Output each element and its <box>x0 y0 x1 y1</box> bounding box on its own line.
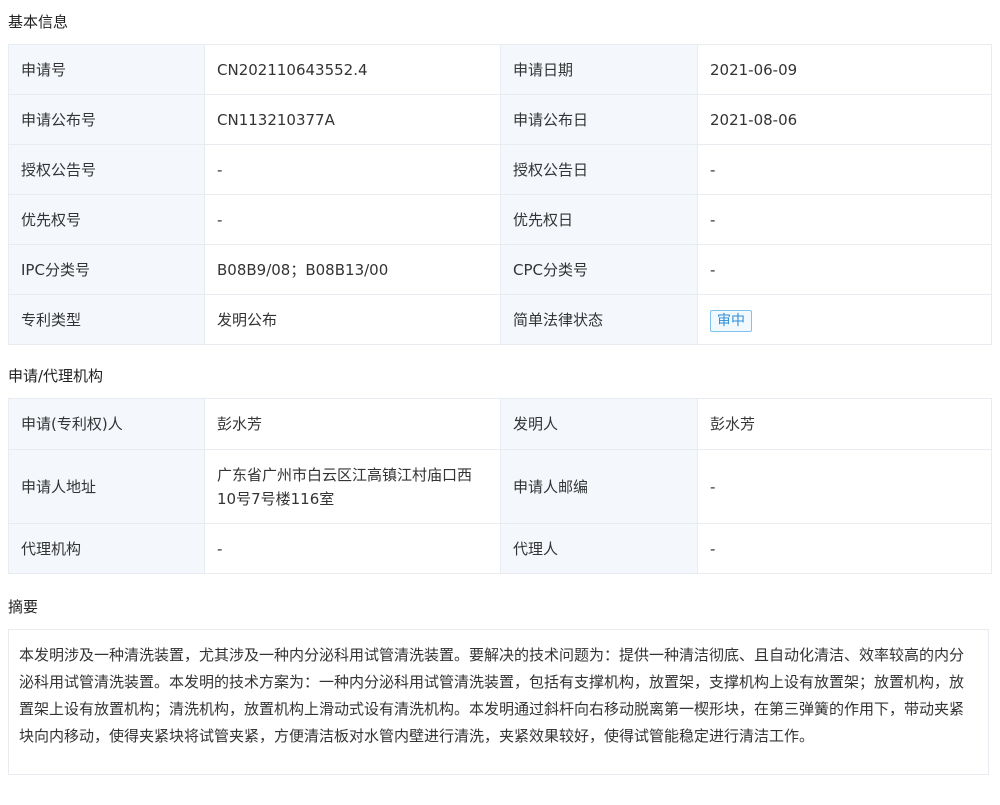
value-applicant-address: 广东省广州市白云区江高镇江村庙口西10号7号楼116室 <box>204 449 501 524</box>
value-grant-number: - <box>204 144 501 195</box>
value-agency: - <box>204 523 501 574</box>
label-applicant: 申请(专利权)人 <box>8 398 205 450</box>
value-agent: - <box>697 523 992 574</box>
value-priority-number: - <box>204 194 501 245</box>
table-row: 申请公布号 CN113210377A 申请公布日 2021-08-06 <box>8 94 992 145</box>
section-title-abstract: 摘要 <box>8 598 39 616</box>
label-inventor: 发明人 <box>500 398 698 450</box>
value-inventor: 彭水芳 <box>697 398 992 450</box>
value-ipc-class: B08B9/08；B08B13/00 <box>204 244 501 295</box>
table-row: IPC分类号 B08B9/08；B08B13/00 CPC分类号 - <box>8 244 992 295</box>
label-priority-date: 优先权日 <box>500 194 698 245</box>
value-legal-status-cell: 审中 <box>697 294 992 345</box>
value-applicant-postcode: - <box>697 449 992 524</box>
table-row: 申请号 CN202110643552.4 申请日期 2021-06-09 <box>8 44 992 95</box>
value-priority-date: - <box>697 194 992 245</box>
table-row: 申请人地址 广东省广州市白云区江高镇江村庙口西10号7号楼116室 申请人邮编 … <box>8 449 992 524</box>
label-publication-number: 申请公布号 <box>8 94 205 145</box>
label-ipc-class: IPC分类号 <box>8 244 205 295</box>
value-publication-number: CN113210377A <box>204 94 501 145</box>
label-publication-date: 申请公布日 <box>500 94 698 145</box>
section-title-applicant-agent: 申请/代理机构 <box>8 367 104 385</box>
label-applicant-postcode: 申请人邮编 <box>500 449 698 524</box>
label-cpc-class: CPC分类号 <box>500 244 698 295</box>
label-patent-type: 专利类型 <box>8 294 205 345</box>
value-application-number: CN202110643552.4 <box>204 44 501 95</box>
label-grant-date: 授权公告日 <box>500 144 698 195</box>
table-row: 授权公告号 - 授权公告日 - <box>8 144 992 195</box>
section-title-basic-info: 基本信息 <box>8 13 69 31</box>
value-patent-type: 发明公布 <box>204 294 501 345</box>
value-publication-date: 2021-08-06 <box>697 94 992 145</box>
label-applicant-address: 申请人地址 <box>8 449 205 524</box>
table-row: 专利类型 发明公布 简单法律状态 审中 <box>8 294 992 345</box>
label-agent: 代理人 <box>500 523 698 574</box>
label-application-date: 申请日期 <box>500 44 698 95</box>
label-agency: 代理机构 <box>8 523 205 574</box>
legal-status-badge: 审中 <box>710 309 752 332</box>
table-row: 代理机构 - 代理人 - <box>8 523 992 574</box>
table-row: 优先权号 - 优先权日 - <box>8 194 992 245</box>
value-applicant: 彭水芳 <box>204 398 501 450</box>
value-application-date: 2021-06-09 <box>697 44 992 95</box>
label-grant-number: 授权公告号 <box>8 144 205 195</box>
label-application-number: 申请号 <box>8 44 205 95</box>
basic-info-table: 申请号 CN202110643552.4 申请日期 2021-06-09 申请公… <box>8 44 992 345</box>
label-legal-status: 简单法律状态 <box>500 294 698 345</box>
label-priority-number: 优先权号 <box>8 194 205 245</box>
abstract-text: 本发明涉及一种清洗装置，尤其涉及一种内分泌科用试管清洗装置。要解决的技术问题为：… <box>8 629 989 775</box>
applicant-agent-table: 申请(专利权)人 彭水芳 发明人 彭水芳 申请人地址 广东省广州市白云区江高镇江… <box>8 398 992 574</box>
value-cpc-class: - <box>697 244 992 295</box>
table-row: 申请(专利权)人 彭水芳 发明人 彭水芳 <box>8 398 992 450</box>
value-grant-date: - <box>697 144 992 195</box>
